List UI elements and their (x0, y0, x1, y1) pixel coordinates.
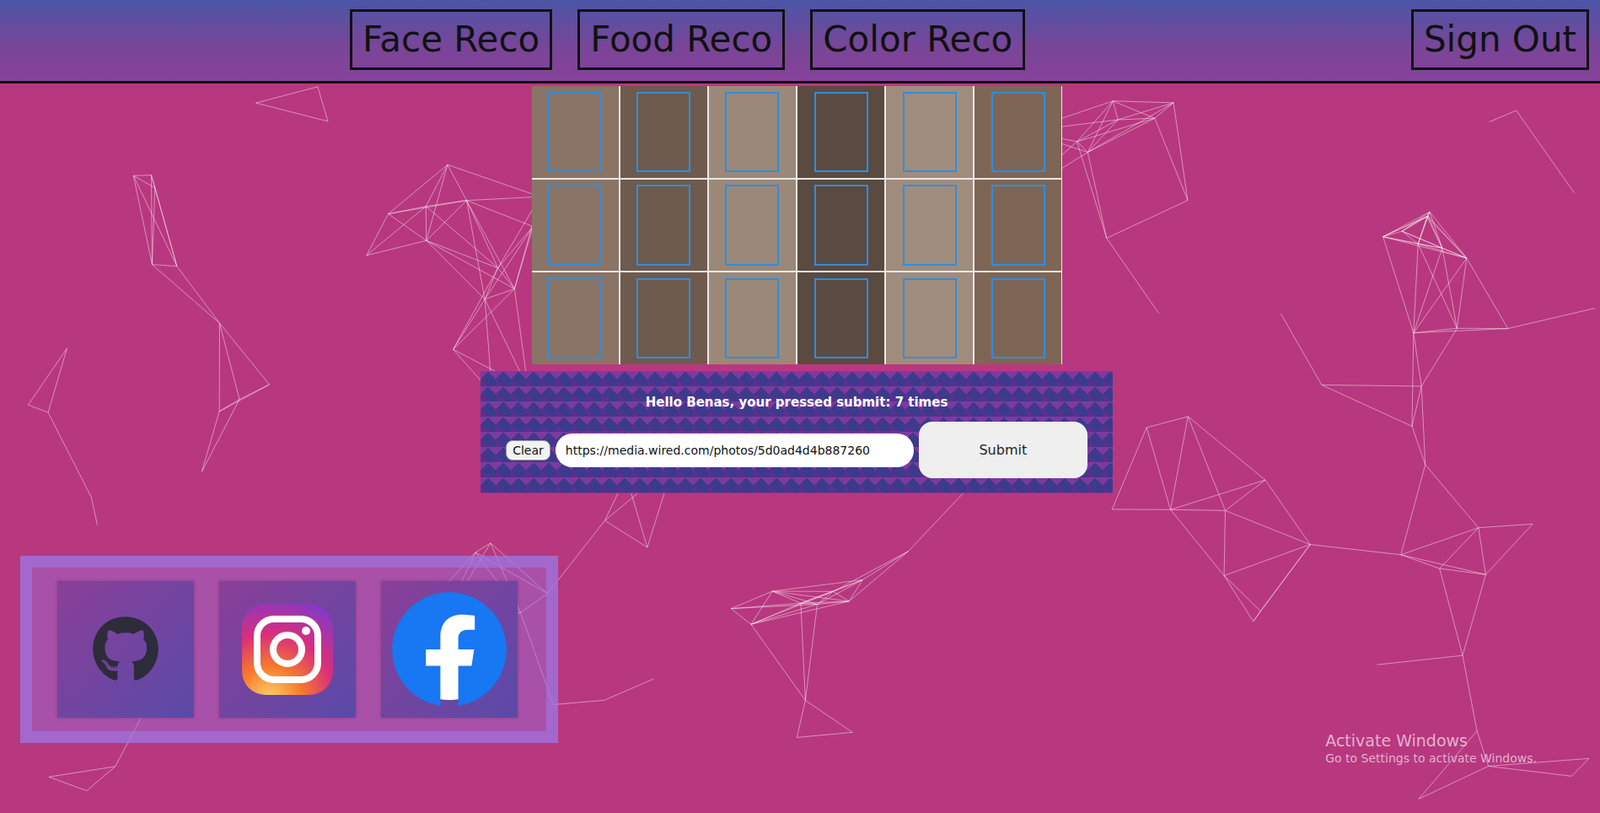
face-box (902, 278, 957, 360)
face-box (636, 91, 691, 173)
face-box (814, 91, 869, 173)
face-box (991, 184, 1046, 266)
submit-button[interactable]: Submit (918, 421, 1088, 478)
photo-cell (708, 85, 796, 178)
top-nav: Face Reco Food Reco Color Reco Sign Out (0, 0, 1600, 84)
face-box (902, 184, 957, 266)
face-box (991, 278, 1046, 360)
main: Hello Benas, your pressed submit: 7 time… (0, 83, 1600, 494)
facebook-icon (390, 590, 509, 709)
facebook-link[interactable] (381, 580, 518, 718)
face-box (636, 184, 691, 266)
face-box (547, 91, 602, 173)
face-box (991, 91, 1046, 173)
activation-watermark: Activate WindowsGo to Settings to activa… (1325, 730, 1537, 765)
face-box (902, 91, 957, 173)
photo-cell (531, 85, 619, 178)
face-box (724, 184, 779, 266)
facebook-wrap (390, 590, 509, 709)
instagram-icon (240, 601, 335, 697)
sign-out-button[interactable]: Sign Out (1411, 9, 1590, 71)
photo-cell (531, 179, 619, 272)
photo-cell (708, 179, 796, 272)
photo-cell (974, 179, 1062, 272)
nav-button[interactable]: Face Reco (349, 9, 553, 71)
photo-cell (620, 179, 708, 272)
photo-cell (620, 85, 708, 178)
github-link[interactable] (57, 580, 194, 718)
nav-group: Face Reco Food Reco Color Reco (349, 9, 1026, 71)
result-image (531, 85, 1063, 365)
image-link-form: Hello Benas, your pressed submit: 7 time… (480, 370, 1113, 494)
face-box (724, 91, 779, 173)
face-box (814, 184, 869, 266)
photo-cell (531, 272, 619, 365)
nav-button[interactable]: Food Reco (577, 9, 785, 71)
photo-cell (797, 179, 885, 272)
instagram-link[interactable] (219, 580, 356, 718)
watermark-subtitle: Go to Settings to activate Windows. (1325, 751, 1537, 765)
face-box (547, 278, 602, 360)
watermark-title: Activate Windows (1325, 730, 1537, 750)
photo-cell (708, 272, 796, 365)
page: Face Reco Food Reco Color Reco Sign Out Hell… (0, 0, 1600, 813)
photo-cell (797, 272, 885, 365)
photo-cell (974, 85, 1062, 178)
face-box (724, 278, 779, 360)
url-input[interactable] (555, 433, 914, 468)
greeting: Hello Benas, your pressed submit: 7 time… (645, 394, 949, 410)
github-icon (91, 615, 160, 683)
social-panel (20, 555, 559, 743)
clear-button[interactable]: Clear (505, 440, 551, 461)
face-box (814, 278, 869, 360)
photo-cell (885, 179, 973, 272)
photo-cell (620, 272, 708, 365)
nav-button[interactable]: Color Reco (810, 9, 1026, 71)
form-row: Clear Submit (505, 421, 1088, 478)
face-box (547, 184, 602, 266)
photo-cell (797, 85, 885, 178)
photo-cell (885, 85, 973, 178)
face-box (636, 278, 691, 360)
photo-cell (974, 272, 1062, 365)
photo-cell (885, 272, 973, 365)
